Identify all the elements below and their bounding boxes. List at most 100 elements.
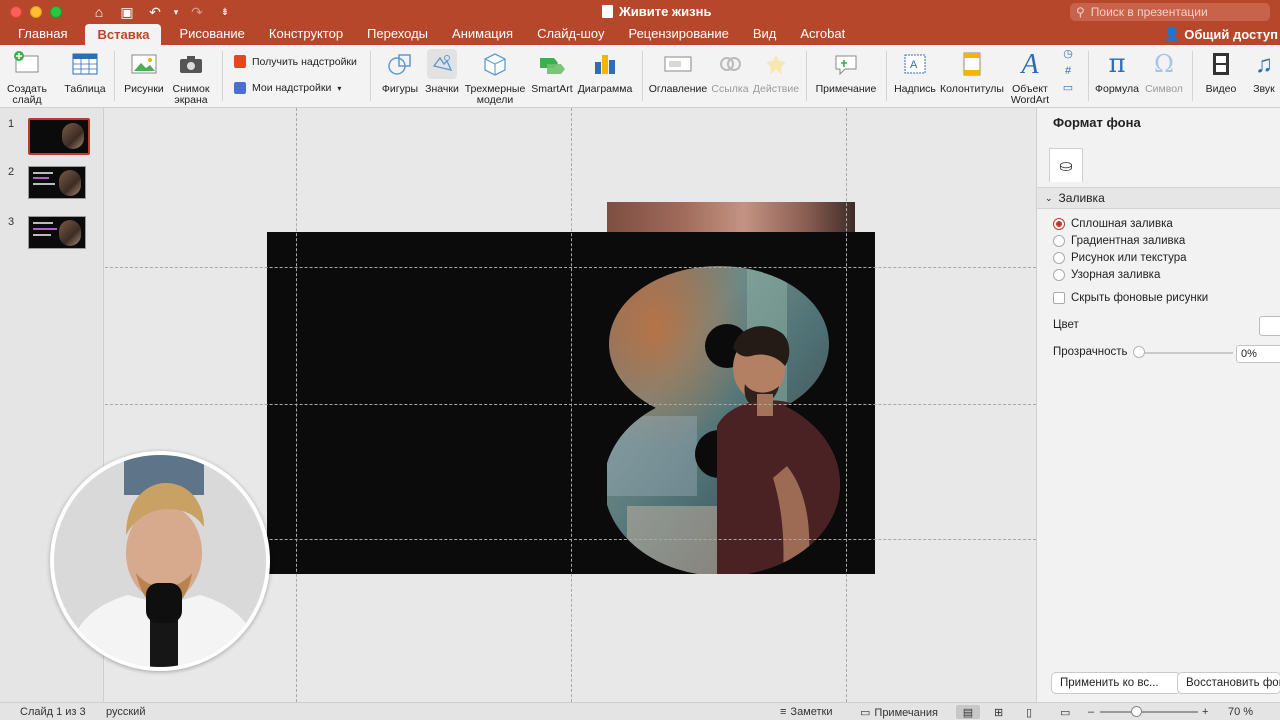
fill-section-header[interactable]: ⌄ Заливка: [1037, 187, 1280, 209]
pictures-button[interactable]: Рисунки: [122, 49, 166, 95]
get-addins-button[interactable]: Получить надстройки: [234, 55, 357, 68]
slide-thumbnail-1[interactable]: 1: [8, 118, 90, 155]
video-button[interactable]: Видео: [1198, 49, 1244, 95]
language-indicator[interactable]: русский: [106, 706, 145, 718]
tab-draw[interactable]: Рисование: [167, 24, 256, 45]
close-window-button[interactable]: [10, 6, 22, 18]
home-icon[interactable]: ⌂: [88, 4, 110, 20]
slide-number: 3: [8, 216, 15, 228]
radio-indicator[interactable]: [1053, 235, 1065, 247]
tab-view[interactable]: Вид: [741, 24, 789, 45]
action-icon: [761, 49, 791, 79]
picture-fill-radio[interactable]: Рисунок или текстура: [1053, 252, 1187, 264]
slide-preview[interactable]: [28, 166, 86, 199]
color-picker-button[interactable]: [1259, 316, 1280, 336]
object-icon[interactable]: ▭: [1063, 83, 1073, 94]
date-time-icon[interactable]: ◷: [1063, 49, 1073, 60]
link-button[interactable]: Ссылка: [708, 49, 752, 95]
guide-horizontal[interactable]: [105, 404, 1036, 405]
zoom-slider[interactable]: [1100, 711, 1198, 713]
transparency-slider[interactable]: [1137, 352, 1233, 354]
apply-to-all-button[interactable]: Применить ко вс...: [1051, 672, 1181, 694]
camera-icon: [176, 49, 206, 79]
guide-horizontal[interactable]: [105, 267, 1036, 268]
get-addins-label: Получить надстройки: [252, 55, 357, 68]
pattern-fill-radio[interactable]: Узорная заливка: [1053, 269, 1160, 281]
customize-toolbar-icon[interactable]: ⇟: [214, 7, 236, 18]
audio-button[interactable]: ♫ Звук: [1248, 49, 1280, 95]
my-addins-button[interactable]: Мои надстройки ▾: [234, 82, 341, 94]
undo-icon[interactable]: ↶: [144, 4, 166, 21]
radio-indicator[interactable]: [1053, 218, 1065, 230]
figure-eight-photo[interactable]: [607, 266, 847, 574]
slide-preview[interactable]: [28, 118, 90, 155]
3d-models-button[interactable]: Трехмерные модели: [464, 49, 526, 106]
zoom-out-button[interactable]: –: [1088, 706, 1094, 718]
guide-vertical[interactable]: [571, 108, 572, 702]
slide-number-icon[interactable]: #: [1065, 66, 1071, 77]
zoom-level[interactable]: 70 %: [1228, 706, 1253, 718]
hide-background-checkbox[interactable]: Скрыть фоновые рисунки: [1053, 292, 1208, 304]
toc-button[interactable]: Оглавление: [648, 49, 708, 95]
tab-acrobat[interactable]: Acrobat: [788, 24, 857, 45]
pictures-label: Рисунки: [124, 83, 164, 95]
comments-button[interactable]: ▭ Примечания: [860, 706, 938, 720]
chart-button[interactable]: Диаграмма: [576, 49, 634, 95]
wordart-button[interactable]: A Объект WordArt: [1006, 49, 1054, 106]
table-button[interactable]: Таблица: [62, 49, 108, 95]
tab-design[interactable]: Конструктор: [257, 24, 355, 45]
guide-vertical[interactable]: [846, 108, 847, 702]
slide-sorter-button[interactable]: ⊞: [994, 706, 1003, 719]
minimize-window-button[interactable]: [30, 6, 42, 18]
notes-button[interactable]: ≡ Заметки: [780, 706, 833, 718]
slide-thumbnail-3[interactable]: 3: [8, 216, 86, 249]
zoom-slider-handle[interactable]: [1131, 706, 1142, 717]
transparency-slider-handle[interactable]: [1133, 346, 1145, 358]
zoom-window-button[interactable]: [50, 6, 62, 18]
offslide-photo-strip[interactable]: [607, 202, 855, 234]
slide-thumbnail-2[interactable]: 2: [8, 166, 86, 199]
fill-tab[interactable]: ⛀: [1049, 148, 1083, 182]
guide-vertical[interactable]: [296, 108, 297, 702]
textbox-button[interactable]: A Надпись: [892, 49, 938, 95]
action-button[interactable]: Действие: [752, 49, 800, 95]
zoom-in-button[interactable]: +: [1202, 706, 1208, 718]
comment-button[interactable]: Примечание: [814, 49, 878, 95]
tab-transitions[interactable]: Переходы: [355, 24, 440, 45]
radio-indicator[interactable]: [1053, 269, 1065, 281]
undo-dropdown-icon[interactable]: ▾: [172, 7, 180, 18]
share-label: Общий доступ: [1184, 26, 1278, 42]
tab-review[interactable]: Рецензирование: [616, 24, 740, 45]
equation-button[interactable]: π Формула: [1094, 49, 1140, 95]
slide-preview[interactable]: [28, 216, 86, 249]
checkbox-indicator[interactable]: [1053, 292, 1065, 304]
smartart-button[interactable]: SmartArt: [530, 49, 574, 95]
tab-insert[interactable]: Вставка: [85, 24, 162, 45]
transparency-label: Прозрачность: [1053, 346, 1128, 358]
share-button[interactable]: 👤 Общий доступ: [1164, 26, 1278, 42]
solid-fill-radio[interactable]: Сплошная заливка: [1053, 218, 1173, 230]
normal-view-button[interactable]: ▤: [956, 705, 980, 719]
slideshow-button[interactable]: ▭: [1060, 706, 1070, 719]
tab-home[interactable]: Главная: [0, 24, 79, 45]
redo-icon[interactable]: ↷: [186, 4, 208, 21]
header-footer-button[interactable]: Колонтитулы: [940, 49, 1004, 95]
thumbnail-text-line: [33, 234, 51, 236]
screenshot-button[interactable]: Снимок экрана: [168, 49, 214, 106]
tab-slideshow[interactable]: Слайд-шоу: [525, 24, 616, 45]
icons-button[interactable]: Значки: [424, 49, 460, 95]
reset-background-button[interactable]: Восстановить фон: [1177, 672, 1280, 694]
thumbnail-text-line: [33, 172, 53, 174]
shapes-button[interactable]: Фигуры: [378, 49, 422, 95]
transparency-input[interactable]: 0%: [1236, 345, 1280, 363]
radio-indicator[interactable]: [1053, 252, 1065, 264]
search-input[interactable]: ⚲ Поиск в презентации: [1070, 3, 1270, 21]
symbol-button[interactable]: Ω Символ: [1142, 49, 1186, 95]
reading-view-button[interactable]: ▯: [1026, 706, 1032, 719]
textbox-icon: A: [900, 49, 930, 79]
save-icon[interactable]: ▣: [116, 4, 138, 21]
new-slide-button[interactable]: Создать слайд: [6, 49, 48, 106]
tab-animations[interactable]: Анимация: [440, 24, 525, 45]
gradient-fill-radio[interactable]: Градиентная заливка: [1053, 235, 1185, 247]
search-icon: ⚲: [1076, 5, 1085, 19]
